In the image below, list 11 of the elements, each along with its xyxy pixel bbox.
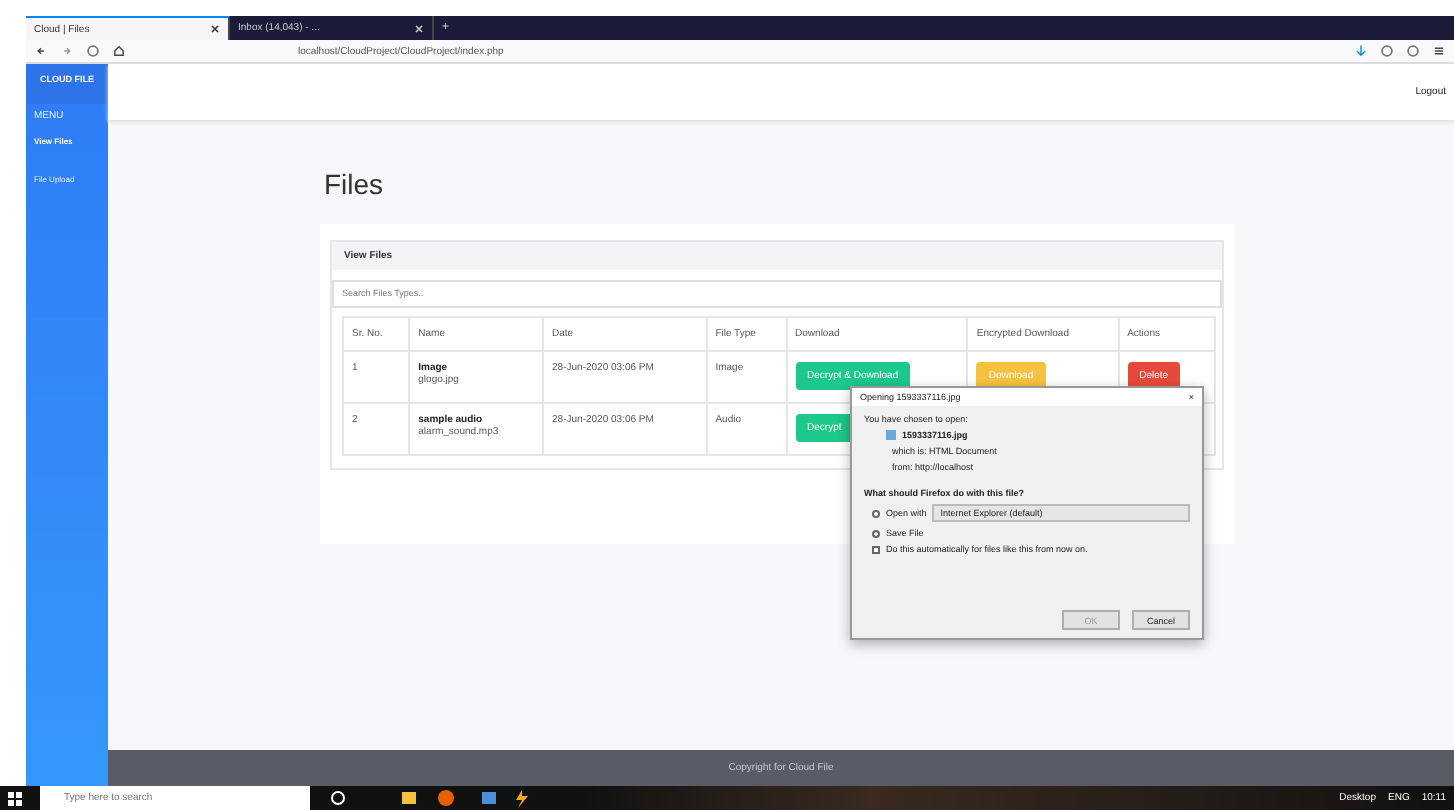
checkbox[interactable] bbox=[872, 545, 880, 553]
close-icon[interactable] bbox=[210, 24, 220, 34]
page-title: Files bbox=[324, 168, 386, 200]
radio-button[interactable] bbox=[872, 509, 880, 517]
radio-button[interactable] bbox=[872, 529, 880, 537]
download-icon[interactable] bbox=[1354, 44, 1368, 58]
menu-icon[interactable] bbox=[1432, 44, 1446, 58]
home-icon[interactable] bbox=[112, 44, 126, 58]
forward-icon[interactable] bbox=[60, 44, 74, 58]
back-icon[interactable] bbox=[34, 44, 48, 58]
image-file-icon bbox=[886, 430, 896, 440]
